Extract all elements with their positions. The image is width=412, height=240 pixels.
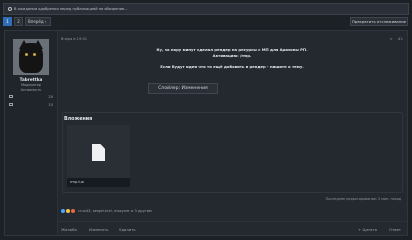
info-icon xyxy=(8,6,12,11)
attachments-title: Вложения xyxy=(64,117,93,122)
report-button[interactable]: Жалоба xyxy=(61,227,77,232)
page-2-button[interactable]: 2 xyxy=(14,17,23,26)
thumb-icon xyxy=(9,103,13,106)
smile-reaction-icon xyxy=(66,209,70,213)
pagination: 1 2 Вперёд › xyxy=(3,17,51,26)
post-date[interactable]: Вчера в 19:01 xyxy=(61,37,87,41)
user-pane: Tabrettka Модератор Активность 20 15 xyxy=(5,31,58,235)
reactions-bar[interactable]: crux43, sergei-krei, maxyner и 3 другим xyxy=(61,209,152,213)
message-icon xyxy=(9,95,13,98)
post: Tabrettka Модератор Активность 20 15 Вче… xyxy=(4,30,408,236)
username[interactable]: Tabrettka xyxy=(5,77,57,82)
spoiler-button[interactable]: Спойлер: Изменения xyxy=(148,83,218,94)
avatar[interactable] xyxy=(13,39,49,75)
delete-button[interactable]: Удалить xyxy=(119,227,136,232)
user-stat-reactions: 15 xyxy=(9,103,53,107)
love-reaction-icon xyxy=(71,209,75,213)
page-1-button[interactable]: 1 xyxy=(3,17,12,26)
edited-note: Последнее редактирование: 2 мин. назад xyxy=(325,197,401,201)
reactions-text: crux43, sergei-krei, maxyner и 3 другим xyxy=(78,209,152,213)
notice-text: В ожидании одобрения перед публикацией н… xyxy=(14,7,128,11)
share-icon[interactable]: < xyxy=(390,37,393,41)
post-body: Ку, за пару минут сделал рендер на ресур… xyxy=(61,47,403,69)
post-actions: Жалоба Изменить Удалить + Цитата Ответ xyxy=(57,221,407,237)
attachment-filename: rmp.lua xyxy=(67,178,130,187)
next-page-button[interactable]: Вперёд › xyxy=(25,17,51,26)
reply-button[interactable]: Ответ xyxy=(389,227,401,232)
user-title: Модератор xyxy=(21,83,41,87)
unwatch-button[interactable]: Прекратить отслеживание xyxy=(350,17,408,26)
moderation-notice: В ожидании одобрения перед публикацией н… xyxy=(3,3,409,15)
attachment-file[interactable]: rmp.lua xyxy=(67,125,130,187)
post-line: Если будут идеи что то ещё добавить в ре… xyxy=(160,63,304,69)
quote-button[interactable]: + Цитата xyxy=(358,227,377,232)
user-status: Активность xyxy=(20,88,42,92)
edit-button[interactable]: Изменить xyxy=(89,227,108,232)
user-stat-messages: 20 xyxy=(9,95,53,99)
post-number[interactable]: #1 xyxy=(398,37,403,41)
like-reaction-icon xyxy=(61,209,65,213)
file-icon xyxy=(92,144,105,161)
post-tools: < #1 xyxy=(386,37,403,41)
